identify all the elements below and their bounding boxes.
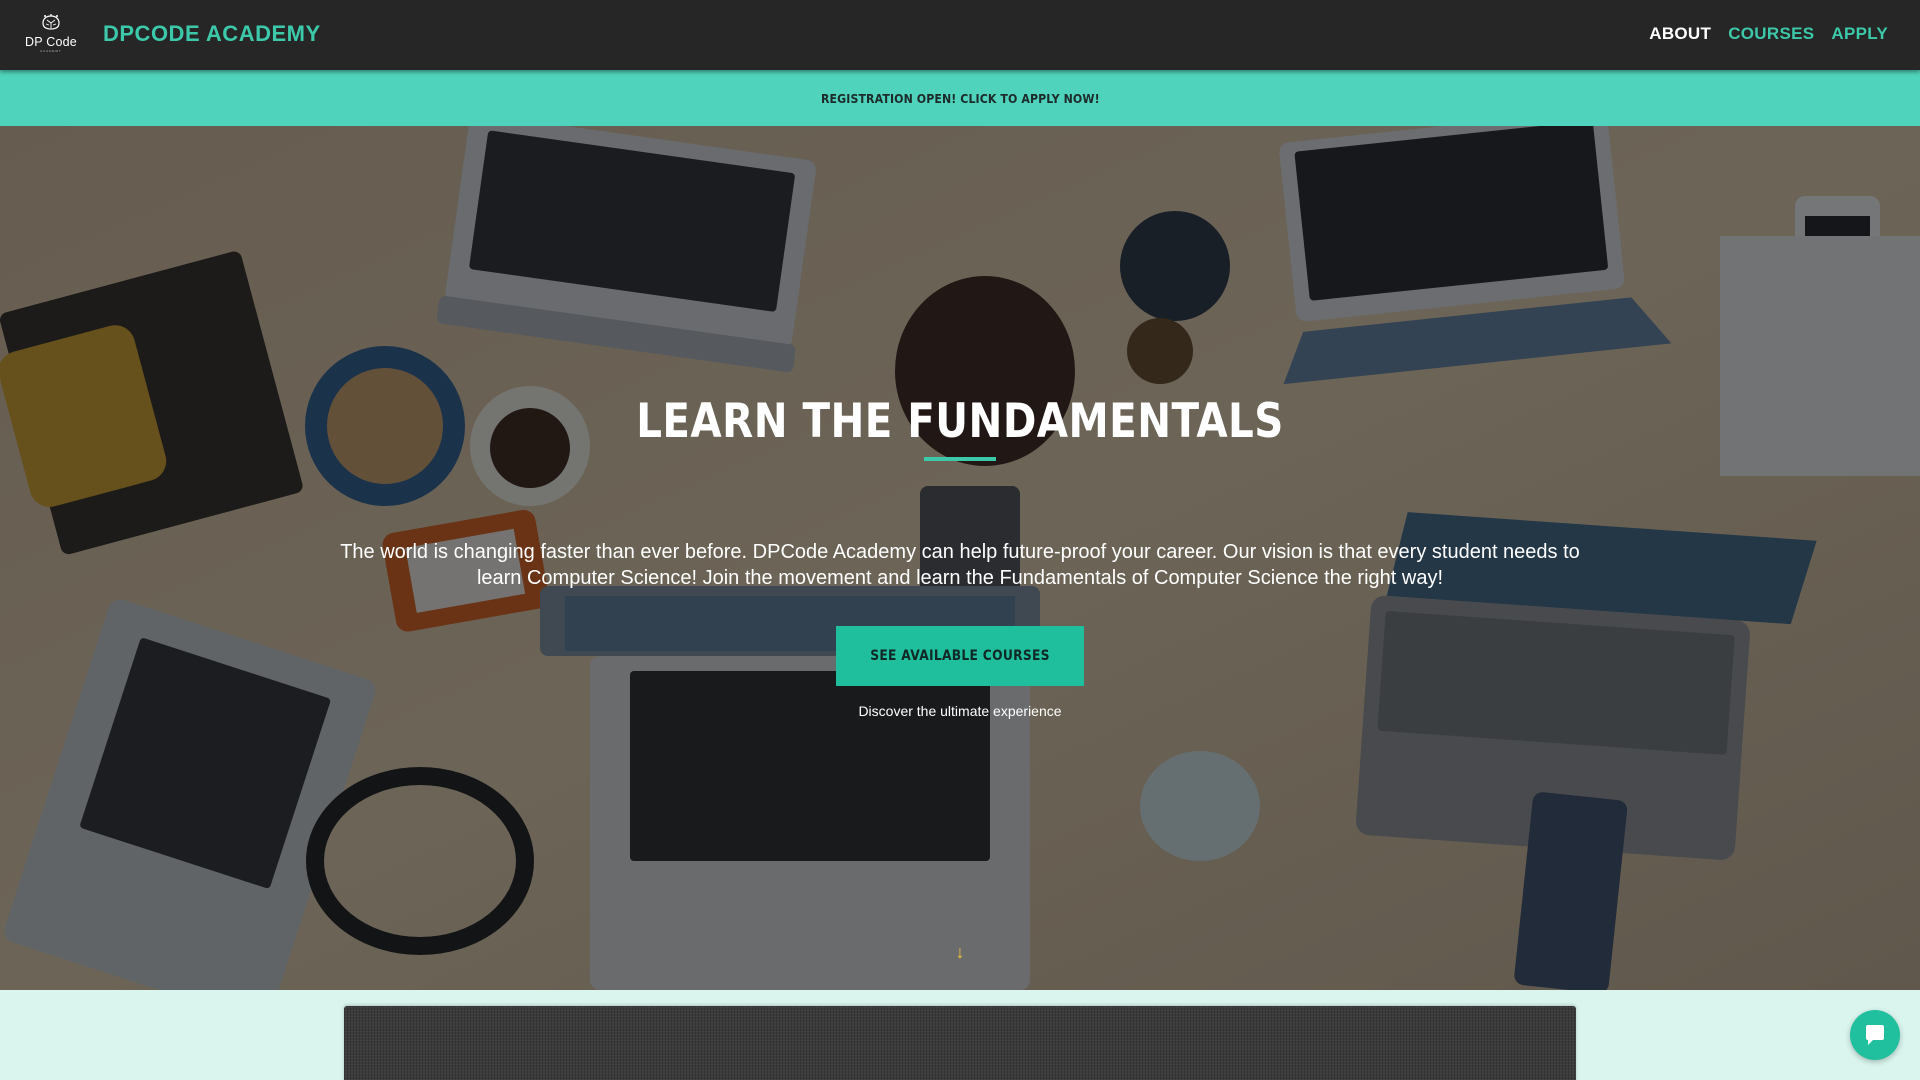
brain-logo-icon	[42, 14, 60, 30]
hero-description: The world is changing faster than ever b…	[340, 541, 1580, 589]
preview-panel	[344, 1006, 1576, 1080]
hero-title: LEARN THE FUNDAMENTALS	[636, 394, 1284, 449]
nav-link-apply[interactable]: APPLY	[1831, 24, 1888, 44]
top-navbar: DP Code ACADEMY DPCODE ACADEMY ABOUT COU…	[0, 0, 1920, 70]
site-logo[interactable]: DP Code ACADEMY	[22, 10, 80, 60]
nav-link-about[interactable]: ABOUT	[1649, 24, 1711, 44]
chat-button[interactable]	[1850, 1010, 1900, 1060]
courses-preview-section	[0, 990, 1920, 1080]
title-underline	[924, 457, 996, 461]
banner-text: REGISTRATION OPEN! CLICK TO APPLY NOW!	[820, 90, 1100, 106]
registration-banner[interactable]: REGISTRATION OPEN! CLICK TO APPLY NOW!	[0, 70, 1920, 126]
arrow-down-icon[interactable]: ↓	[950, 942, 970, 962]
brand-name[interactable]: DPCODE ACADEMY	[103, 21, 321, 47]
chat-bubble-icon	[1866, 1025, 1884, 1045]
logo-subtext: ACADEMY	[40, 49, 62, 53]
hero-section: LEARN THE FUNDAMENTALS The world is chan…	[0, 126, 1920, 990]
hero-subtext: Discover the ultimate experience	[858, 703, 1062, 719]
see-courses-button-label: SEE AVAILABLE COURSES	[870, 648, 1050, 664]
see-courses-button[interactable]: SEE AVAILABLE COURSES	[836, 626, 1084, 686]
nav-link-courses[interactable]: COURSES	[1728, 24, 1814, 44]
main-nav: ABOUT COURSES APPLY	[1649, 24, 1888, 44]
logo-text: DP Code	[25, 35, 77, 49]
